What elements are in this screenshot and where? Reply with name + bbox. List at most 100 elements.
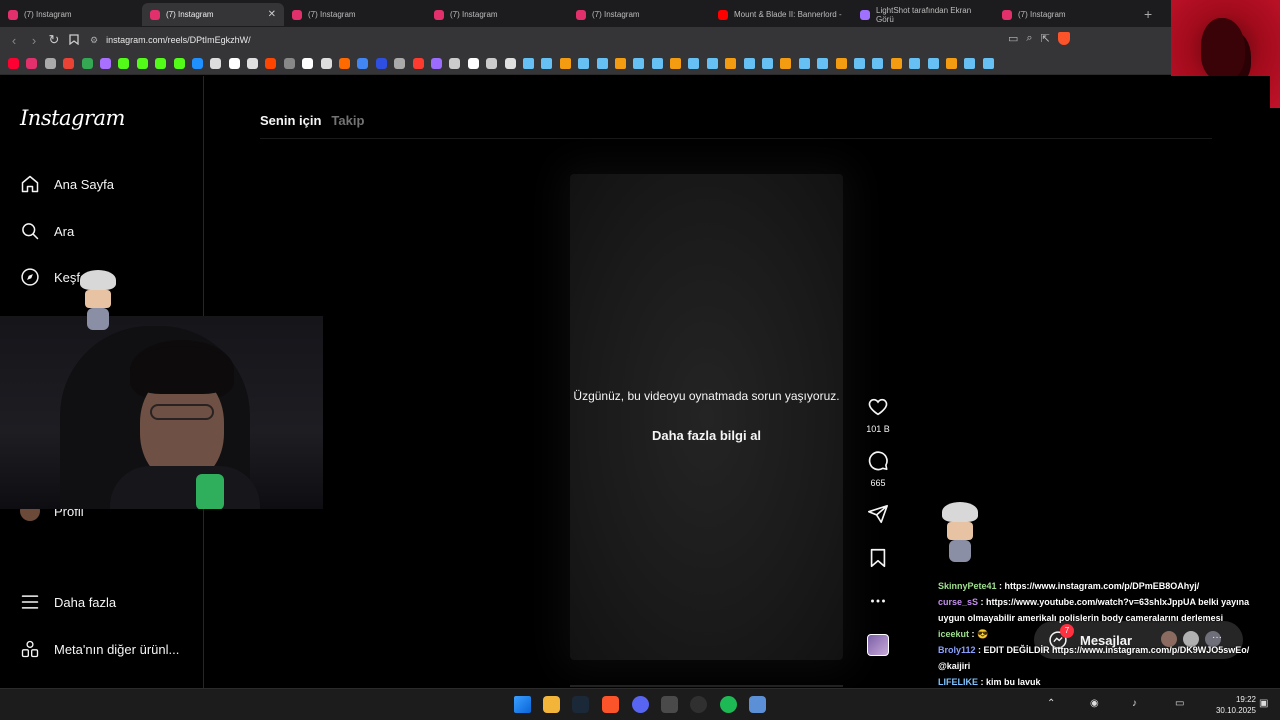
browser-tab[interactable]: (7) Instagram bbox=[284, 3, 426, 26]
bookmark-icon[interactable] bbox=[64, 33, 84, 48]
browser-tab[interactable]: (7) Instagram bbox=[0, 3, 142, 26]
browser-tab[interactable]: LightShot tarafından Ekran Görü bbox=[852, 3, 994, 26]
address-bar[interactable]: ⚙ instagram.com/reels/DPtImEgkzhW/ bbox=[90, 30, 1100, 50]
network-icon[interactable]: ◉ bbox=[1090, 698, 1099, 709]
bookmark-favicon-icon[interactable] bbox=[670, 58, 682, 69]
nav-home[interactable]: Ana Sayfa bbox=[20, 174, 114, 194]
bookmark-favicon-icon[interactable] bbox=[872, 58, 884, 69]
steam-icon[interactable] bbox=[572, 696, 589, 713]
bookmark-favicon-icon[interactable] bbox=[927, 58, 939, 69]
video-progress-bar[interactable] bbox=[570, 685, 843, 687]
bookmark-favicon-icon[interactable] bbox=[633, 58, 645, 69]
bookmark-favicon-icon[interactable] bbox=[136, 58, 148, 69]
zoom-icon[interactable]: ⌕ bbox=[1026, 32, 1032, 45]
bookmark-favicon-icon[interactable] bbox=[798, 58, 810, 69]
bookmark-favicon-icon[interactable] bbox=[835, 58, 847, 69]
share-button[interactable] bbox=[866, 503, 890, 530]
bookmark-favicon-icon[interactable] bbox=[412, 58, 424, 69]
bookmark-favicon-icon[interactable] bbox=[522, 58, 534, 69]
bookmark-favicon-icon[interactable] bbox=[890, 58, 902, 69]
bookmark-favicon-icon[interactable] bbox=[541, 58, 553, 69]
bookmark-favicon-icon[interactable] bbox=[375, 58, 387, 69]
audio-thumbnail[interactable] bbox=[867, 634, 889, 656]
bookmark-favicon-icon[interactable] bbox=[228, 58, 240, 69]
bookmark-favicon-icon[interactable] bbox=[909, 58, 921, 69]
bookmark-favicon-icon[interactable] bbox=[44, 58, 56, 69]
brave-icon[interactable] bbox=[602, 696, 619, 713]
bookmark-favicon-icon[interactable] bbox=[578, 58, 590, 69]
bookmark-favicon-icon[interactable] bbox=[725, 58, 737, 69]
learn-more-link[interactable]: Daha fazla bilgi al bbox=[570, 428, 843, 443]
bookmark-favicon-icon[interactable] bbox=[320, 58, 332, 69]
bookmark-favicon-icon[interactable] bbox=[651, 58, 663, 69]
tab-close-icon[interactable]: ✕ bbox=[268, 9, 276, 20]
bookmark-favicon-icon[interactable] bbox=[26, 58, 38, 69]
file-explorer-icon[interactable] bbox=[543, 696, 560, 713]
tray-chevron-icon[interactable]: ⌃ bbox=[1047, 698, 1055, 709]
system-clock[interactable]: 19:22 30.10.2025 bbox=[1208, 694, 1256, 716]
bookmark-favicon-icon[interactable] bbox=[210, 58, 222, 69]
bookmark-favicon-icon[interactable] bbox=[155, 58, 167, 69]
like-button[interactable]: 101 B bbox=[866, 396, 890, 434]
bookmark-favicon-icon[interactable] bbox=[706, 58, 718, 69]
bookmark-favicon-icon[interactable] bbox=[339, 58, 351, 69]
discord-icon[interactable] bbox=[632, 696, 649, 713]
share-icon[interactable]: ⇱ bbox=[1041, 32, 1050, 45]
bookmark-favicon-icon[interactable] bbox=[688, 58, 700, 69]
site-info-icon[interactable]: ⚙ bbox=[90, 35, 98, 46]
cast-icon[interactable]: ▭ bbox=[1008, 32, 1018, 45]
bookmark-favicon-icon[interactable] bbox=[191, 58, 203, 69]
bookmark-favicon-icon[interactable] bbox=[817, 58, 829, 69]
app-icon[interactable] bbox=[749, 696, 766, 713]
bookmark-favicon-icon[interactable] bbox=[357, 58, 369, 69]
bookmark-favicon-icon[interactable] bbox=[63, 58, 75, 69]
more-options-button[interactable] bbox=[866, 590, 890, 617]
bookmark-favicon-icon[interactable] bbox=[982, 58, 994, 69]
tab-for-you[interactable]: Senin için bbox=[260, 113, 321, 128]
bookmark-favicon-icon[interactable] bbox=[283, 58, 295, 69]
bookmark-favicon-icon[interactable] bbox=[8, 58, 19, 69]
back-icon[interactable]: ‹ bbox=[4, 33, 24, 48]
bookmark-favicon-icon[interactable] bbox=[99, 58, 111, 69]
bookmark-favicon-icon[interactable] bbox=[430, 58, 442, 69]
bookmark-favicon-icon[interactable] bbox=[780, 58, 792, 69]
bookmark-favicon-icon[interactable] bbox=[945, 58, 957, 69]
display-icon[interactable]: ▭ bbox=[1175, 698, 1184, 709]
new-tab-button[interactable]: + bbox=[1144, 6, 1152, 22]
bookmark-favicon-icon[interactable] bbox=[118, 58, 130, 69]
nav-meta-products[interactable]: Meta'nın diğer ürünl... bbox=[20, 639, 179, 659]
obs-icon[interactable] bbox=[690, 696, 707, 713]
bookmark-favicon-icon[interactable] bbox=[559, 58, 571, 69]
volume-icon[interactable]: ♪ bbox=[1132, 698, 1137, 709]
bookmark-favicon-icon[interactable] bbox=[265, 58, 277, 69]
bookmark-favicon-icon[interactable] bbox=[743, 58, 755, 69]
notifications-icon[interactable]: ▣ bbox=[1259, 698, 1268, 709]
browser-tab[interactable]: Mount & Blade II: Bannerlord - bbox=[710, 3, 852, 26]
bookmark-favicon-icon[interactable] bbox=[853, 58, 865, 69]
bookmark-favicon-icon[interactable] bbox=[302, 58, 314, 69]
brave-shields-icon[interactable] bbox=[1057, 32, 1070, 45]
reload-icon[interactable]: ↻ bbox=[44, 32, 64, 48]
reel-video-player[interactable]: Üzgünüz, bu videoyu oynatmada sorun yaşı… bbox=[570, 174, 843, 660]
bookmark-favicon-icon[interactable] bbox=[504, 58, 516, 69]
browser-tab-active[interactable]: (7) Instagram ✕ bbox=[142, 3, 284, 26]
tab-following[interactable]: Takip bbox=[331, 113, 364, 128]
nav-search[interactable]: Ara bbox=[20, 221, 74, 241]
comment-button[interactable]: 665 bbox=[866, 450, 890, 488]
spotify-icon[interactable] bbox=[720, 696, 737, 713]
instagram-logo[interactable]: Instagram bbox=[20, 106, 125, 130]
bookmark-favicon-icon[interactable] bbox=[173, 58, 185, 69]
browser-tab[interactable]: (7) Instagram bbox=[994, 3, 1136, 26]
save-button[interactable] bbox=[866, 547, 890, 574]
bookmark-favicon-icon[interactable] bbox=[596, 58, 608, 69]
browser-tab[interactable]: (7) Instagram bbox=[426, 3, 568, 26]
start-icon[interactable] bbox=[514, 696, 531, 713]
bookmark-favicon-icon[interactable] bbox=[467, 58, 479, 69]
nav-more[interactable]: Daha fazla bbox=[20, 592, 116, 612]
bookmark-favicon-icon[interactable] bbox=[247, 58, 259, 69]
browser-tab[interactable]: (7) Instagram bbox=[568, 3, 710, 26]
bookmark-favicon-icon[interactable] bbox=[964, 58, 976, 69]
bookmark-favicon-icon[interactable] bbox=[81, 58, 93, 69]
forward-icon[interactable]: › bbox=[24, 33, 44, 48]
bookmark-favicon-icon[interactable] bbox=[394, 58, 406, 69]
